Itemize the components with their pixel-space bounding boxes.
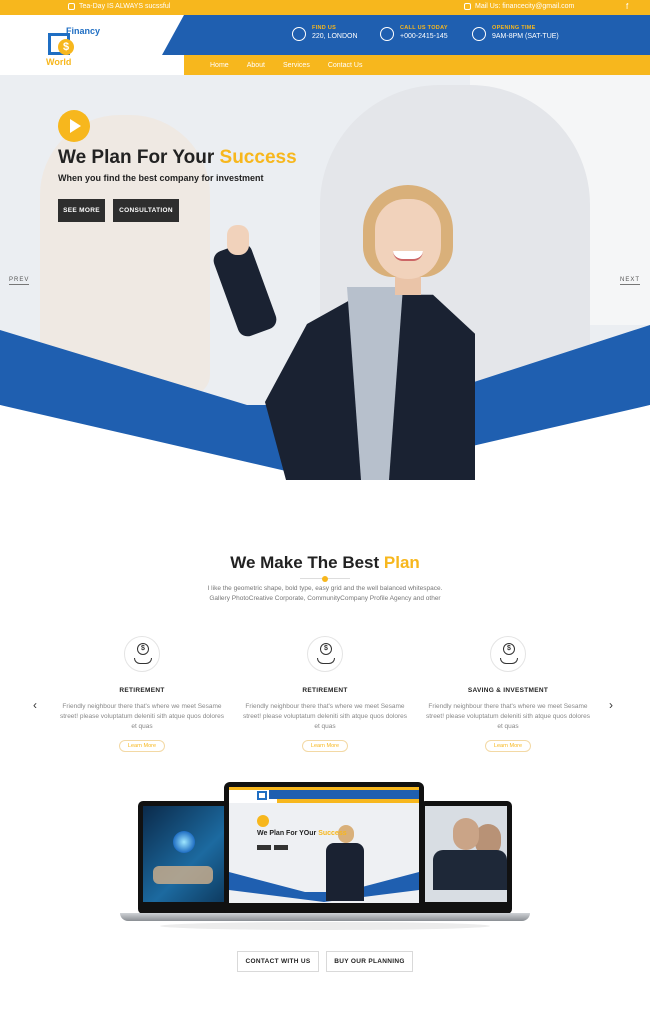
header-info-bar: FIND US 220, LONDON CALL US TODAY +000-2…: [162, 15, 650, 55]
mini-button: [257, 845, 271, 850]
carousel-left-arrow-icon[interactable]: ‹: [33, 698, 37, 712]
mini-title-text: We Plan For YOur: [257, 830, 319, 837]
laptop-base: [120, 913, 530, 921]
phone-icon: [380, 27, 394, 41]
map-pin-icon: [292, 27, 306, 41]
logo[interactable]: $ Financy World: [44, 25, 100, 67]
hero-slider: We Plan For Your Success When you find t…: [0, 75, 650, 480]
feature-title: RETIREMENT: [119, 687, 165, 694]
slider-next-button[interactable]: NEXT: [620, 277, 641, 285]
money-hand-icon: $: [307, 636, 343, 672]
see-more-button[interactable]: SEE MORE: [58, 199, 105, 222]
message-icon: [68, 3, 75, 10]
devices-shadow: [160, 922, 490, 930]
hero-title: We Plan For Your Success: [58, 147, 297, 169]
mini-button: [274, 845, 288, 850]
mini-logo: [257, 791, 267, 800]
contact-with-us-button[interactable]: CONTACT WITH US: [237, 951, 319, 972]
info-label: FIND US: [312, 25, 337, 31]
section-title: We Make The Best Plan: [0, 553, 650, 573]
hero-title-highlight: Success: [219, 147, 297, 168]
feature-text: Friendly neighbour there that's where we…: [59, 703, 225, 730]
info-label: OPENING TIME: [492, 25, 536, 31]
money-hand-icon: $: [490, 636, 526, 672]
woman-arm: [210, 240, 280, 340]
logo-text-top: Financy: [66, 26, 101, 36]
logo-coin-icon: $: [58, 39, 74, 55]
top-bar-email[interactable]: Mail Us: financecity@gmail.com: [464, 3, 574, 10]
mini-play-icon: [257, 815, 269, 827]
consultation-button[interactable]: CONSULTATION: [113, 199, 179, 222]
feature-title: RETIREMENT: [302, 687, 348, 694]
play-icon[interactable]: [58, 110, 90, 142]
mini-header: [269, 790, 419, 799]
section-title-text: We Make The Best: [230, 553, 384, 572]
facebook-icon[interactable]: f: [626, 2, 628, 11]
hero-subtitle: When you find the best company for inves…: [58, 173, 264, 183]
top-bar-left-text: Tea-Day IS ALWAYS sucssful: [79, 3, 171, 10]
nav-about[interactable]: About: [247, 62, 265, 69]
learn-more-button[interactable]: Learn More: [301, 740, 349, 752]
hero-woman-image: [210, 185, 475, 480]
nav-home[interactable]: Home: [210, 62, 229, 69]
info-value: 220, LONDON: [312, 33, 358, 40]
clock-icon: [472, 27, 486, 41]
carousel-right-arrow-icon[interactable]: ›: [609, 698, 613, 712]
logo-text-bottom: World: [46, 57, 72, 67]
learn-more-button[interactable]: Learn More: [118, 740, 166, 752]
info-value[interactable]: +000-2415-145: [400, 33, 448, 40]
section-description: I like the geometric shape, bold type, e…: [207, 585, 443, 602]
hero-title-text: We Plan For Your: [58, 147, 220, 168]
feature-text: Friendly neighbour there that's where we…: [242, 703, 408, 730]
laptop-left-screen: [143, 806, 225, 902]
feature-text: Friendly neighbour there that's where we…: [425, 703, 591, 730]
section-title-highlight: Plan: [383, 553, 420, 572]
info-opening-time: OPENING TIME 9AM-8PM (SAT-TUE): [472, 25, 559, 41]
laptop-center-screen: We Plan For YOur Success: [229, 787, 419, 903]
woman-hand: [227, 225, 249, 255]
feature-card: $ RETIREMENT Friendly neighbour there th…: [57, 636, 227, 752]
slider-prev-button[interactable]: PREV: [9, 277, 30, 285]
feature-card: $ RETIREMENT Friendly neighbour there th…: [240, 636, 410, 752]
info-find-us: FIND US 220, LONDON: [292, 25, 358, 41]
learn-more-button[interactable]: Learn More: [484, 740, 532, 752]
nav-services[interactable]: Services: [283, 62, 310, 69]
main-nav: Home About Services Contact Us: [184, 55, 650, 75]
info-label: CALL US TODAY: [400, 25, 448, 31]
section-divider-dot: [322, 576, 328, 582]
laptop-right: [420, 801, 512, 914]
nav-contact-us[interactable]: Contact Us: [328, 62, 363, 69]
buy-our-planning-button[interactable]: BUY OUR PLANNING: [326, 951, 413, 972]
header: $ Financy World FIND US 220, LONDON CALL…: [0, 15, 650, 75]
feature-card: $ SAVING & INVESTMENT Friendly neighbour…: [423, 636, 593, 752]
laptop-center: We Plan For YOur Success: [224, 782, 424, 915]
feature-title: SAVING & INVESTMENT: [467, 687, 549, 694]
mini-title: We Plan For YOur Success: [257, 830, 347, 837]
top-bar: Tea-Day IS ALWAYS sucssful Mail Us: fina…: [0, 0, 650, 15]
info-value: 9AM-8PM (SAT-TUE): [492, 33, 559, 40]
mail-icon: [464, 3, 471, 10]
info-call-us: CALL US TODAY +000-2415-145: [380, 25, 448, 41]
laptop-left: [138, 801, 230, 914]
money-hand-icon: $: [124, 636, 160, 672]
top-bar-email-text[interactable]: Mail Us: financecity@gmail.com: [475, 3, 574, 10]
top-bar-left: Tea-Day IS ALWAYS sucssful: [68, 3, 170, 10]
laptop-right-screen: [425, 806, 507, 902]
woman-face: [375, 199, 441, 279]
mini-title-highlight: Success: [318, 830, 347, 837]
